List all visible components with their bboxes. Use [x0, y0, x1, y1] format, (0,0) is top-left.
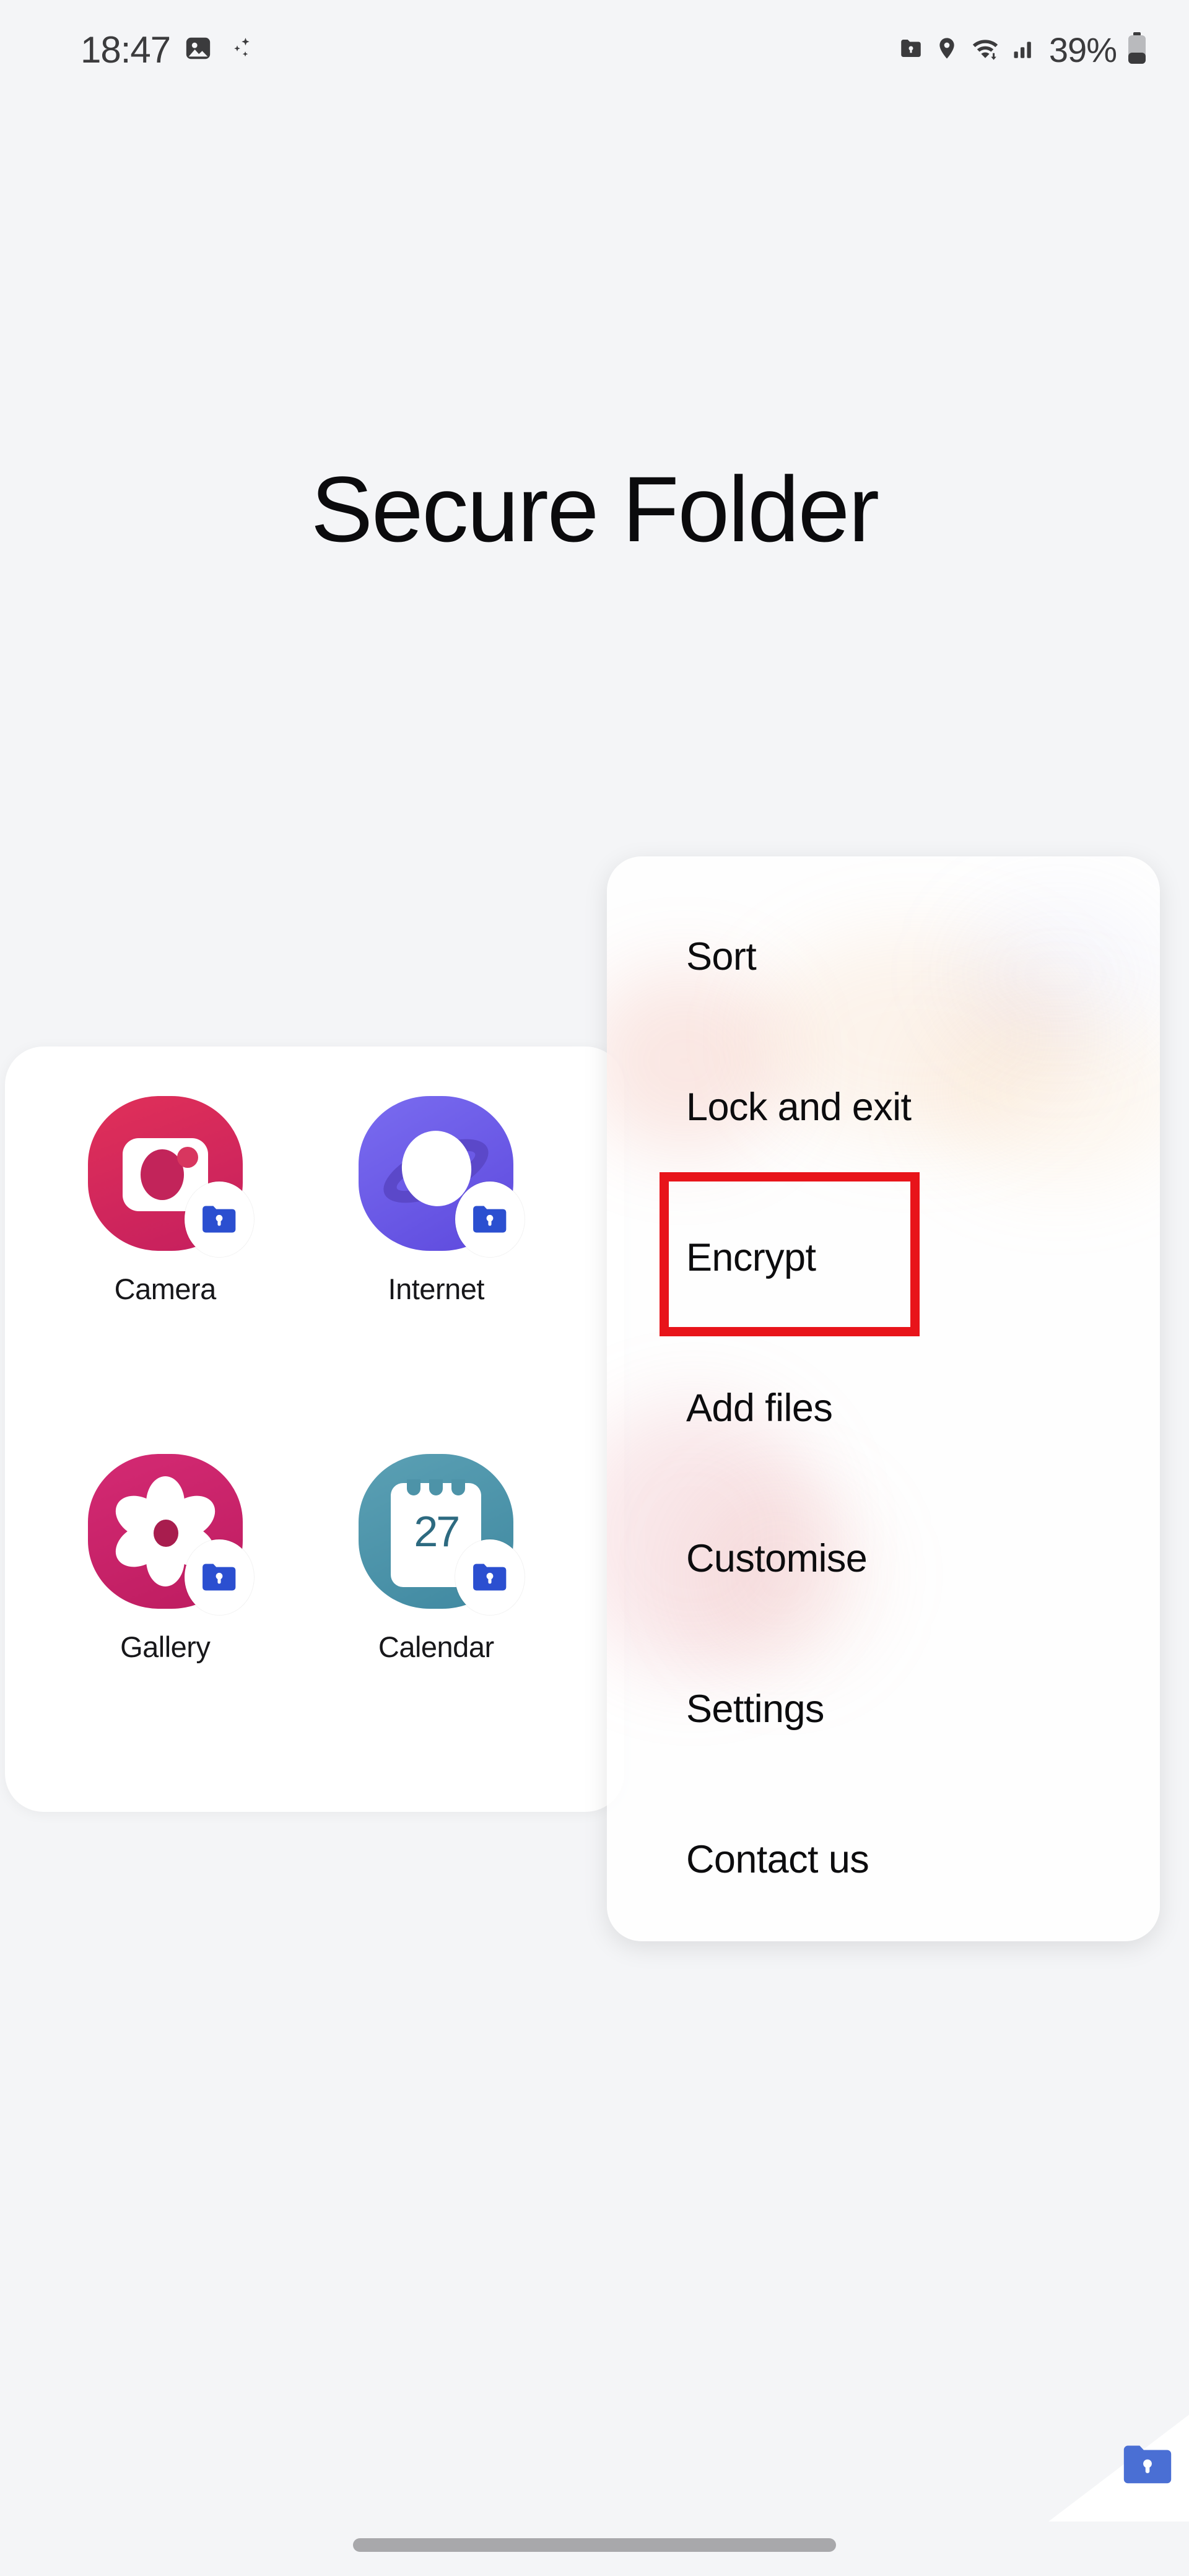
camera-icon-wrap[interactable]	[87, 1096, 254, 1257]
menu-item-customise[interactable]: Customise	[607, 1483, 1160, 1634]
menu-list: Sort Lock and exit Encrypt Add files Cus…	[607, 856, 1160, 1934]
menu-item-contact-us[interactable]: Contact us	[607, 1784, 1160, 1934]
calendar-notch	[429, 1479, 443, 1495]
app-item-calendar[interactable]: 27 Calendar	[301, 1429, 572, 1787]
wifi-icon	[970, 35, 1001, 65]
menu-item-settings[interactable]: Settings	[607, 1634, 1160, 1784]
menu-item-add-files[interactable]: Add files	[607, 1333, 1160, 1483]
secure-folder-icon	[898, 35, 924, 64]
app-grid-card: Camera Internet Gallery 27 Calendar	[5, 1046, 624, 1812]
gallery-icon-wrap[interactable]	[87, 1454, 254, 1615]
app-label-gallery: Gallery	[120, 1630, 211, 1663]
app-grid: Camera Internet Gallery 27 Calendar	[5, 1046, 624, 1812]
internet-icon-wrap[interactable]	[359, 1096, 525, 1257]
app-label-internet: Internet	[388, 1273, 485, 1305]
camera-dot-glyph	[176, 1147, 198, 1168]
app-item-gallery[interactable]: Gallery	[30, 1429, 301, 1787]
calendar-notch	[407, 1479, 421, 1495]
secure-folder-lock-badge	[184, 1181, 254, 1257]
secure-folder-lock-badge	[184, 1539, 254, 1615]
status-bar: 18:47 39%	[0, 0, 1189, 99]
calendar-icon-wrap[interactable]: 27	[359, 1454, 525, 1615]
calendar-notch	[451, 1479, 466, 1495]
location-pin-icon	[934, 35, 959, 65]
app-item-camera[interactable]: Camera	[30, 1071, 301, 1429]
battery-percent-label: 39%	[1048, 30, 1117, 69]
image-icon	[184, 34, 212, 66]
overflow-menu: Sort Lock and exit Encrypt Add files Cus…	[607, 856, 1160, 1941]
app-label-camera: Camera	[114, 1273, 217, 1305]
status-bar-clock: 18:47	[81, 28, 171, 71]
flower-center-glyph	[153, 1520, 178, 1547]
menu-item-sort[interactable]: Sort	[607, 881, 1160, 1032]
menu-item-encrypt[interactable]: Encrypt	[607, 1182, 1160, 1333]
secure-folder-lock-badge	[455, 1539, 525, 1615]
status-bar-left: 18:47	[81, 28, 255, 71]
secure-folder-lock-icon	[1120, 2442, 1175, 2494]
app-label-calendar: Calendar	[378, 1630, 494, 1663]
signal-bars-icon	[1011, 35, 1039, 64]
status-bar-right: 39%	[898, 30, 1147, 70]
page-title: Secure Folder	[310, 457, 879, 561]
sparkle-icon	[226, 34, 255, 66]
secure-folder-corner-indicator	[1022, 2398, 1189, 2522]
menu-item-lock-and-exit[interactable]: Lock and exit	[607, 1032, 1160, 1182]
navigation-bar	[0, 2514, 1189, 2576]
secure-folder-lock-badge	[455, 1181, 525, 1257]
battery-icon	[1127, 32, 1147, 67]
app-item-internet[interactable]: Internet	[301, 1071, 572, 1429]
gesture-handle[interactable]	[353, 2538, 836, 2552]
